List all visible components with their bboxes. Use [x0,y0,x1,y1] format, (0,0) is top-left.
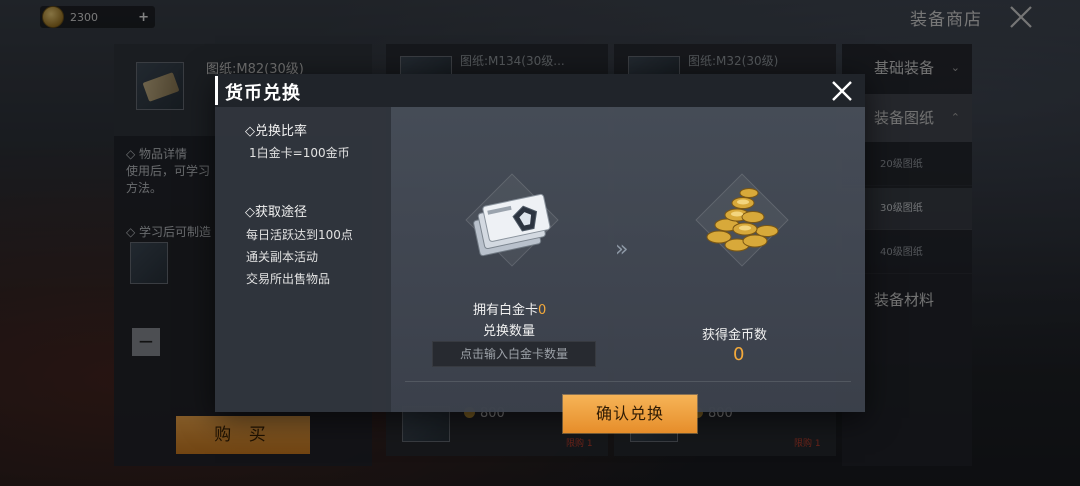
header-accent-bar [215,76,218,105]
exchange-quantity-label: 兑换数量 [483,324,536,339]
dialog-title: 货币兑换 [225,83,301,104]
gold-gain-value: 0 [733,344,745,365]
owned-cards-prefix: 拥有白金卡 [473,303,539,318]
double-arrow-icon: » [615,237,629,262]
acquire-method: 交易所出售物品 [246,272,331,286]
dialog-header: 货币兑换 [215,74,865,107]
divider [405,381,851,382]
owned-cards-label: 拥有白金卡0 [473,299,546,318]
close-icon[interactable] [829,78,855,104]
exchange-rate-heading: ◇兑换比率 [245,124,307,139]
exchange-form: » 拥有白金卡0 兑换数量 获得金币数 [391,107,865,433]
confirm-exchange-button[interactable]: 确认兑换 [563,395,697,433]
card-quantity-input[interactable] [432,341,596,367]
exchange-info-panel: ◇兑换比率 1白金卡=100金币 ◇获取途径 每日活跃达到100点 通关副本活动… [215,107,391,412]
exchange-rate-value: 1白金卡=100金币 [249,146,350,160]
acquire-method: 每日活跃达到100点 [246,228,353,242]
owned-cards-count: 0 [538,303,547,318]
currency-exchange-dialog: 货币兑换 ◇兑换比率 1白金卡=100金币 ◇获取途径 每日活跃达到100点 通… [215,74,865,433]
acquire-method: 通关副本活动 [246,250,319,264]
gold-gain-label: 获得金币数 [702,328,768,343]
gold-coins-icon [706,188,779,252]
acquire-methods-heading: ◇获取途径 [245,205,307,220]
platinum-cards-icon [473,193,551,257]
